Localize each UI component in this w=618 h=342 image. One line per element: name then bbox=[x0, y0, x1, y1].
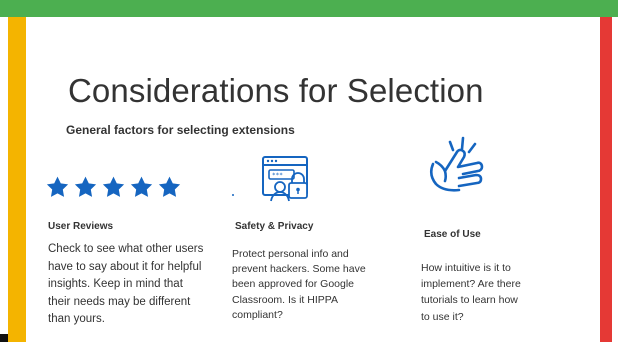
right-color-bar bbox=[600, 17, 612, 342]
ease-of-use-text: How intuitive is it to implement? Are th… bbox=[421, 262, 521, 323]
left-color-bar bbox=[8, 17, 26, 342]
star-icon bbox=[74, 176, 97, 197]
safety-privacy-text: Protect personal info and prevent hacker… bbox=[232, 248, 366, 321]
user-reviews-heading: User Reviews bbox=[48, 221, 114, 232]
slide: Considerations for Selection General fac… bbox=[0, 0, 618, 342]
star-icon bbox=[158, 176, 181, 197]
snapping-hand-icon bbox=[430, 136, 484, 192]
star-icon bbox=[130, 176, 153, 197]
ease-of-use-heading: Ease of Use bbox=[424, 229, 481, 240]
star-icon bbox=[46, 176, 69, 197]
slide-subtitle: General factors for selecting extensions bbox=[66, 123, 295, 137]
browser-security-lock-icon: *** bbox=[262, 156, 308, 202]
user-reviews-text: Check to see what other users have to sa… bbox=[48, 243, 204, 325]
top-color-bar bbox=[0, 0, 618, 17]
svg-text:***: *** bbox=[272, 172, 283, 179]
star-icon bbox=[102, 176, 125, 197]
right-margin bbox=[612, 17, 618, 342]
slide-corner-shadow bbox=[0, 334, 8, 342]
slide-title: Considerations for Selection bbox=[68, 72, 484, 109]
decorative-dot bbox=[232, 194, 234, 196]
safety-privacy-heading: Safety & Privacy bbox=[235, 221, 314, 232]
five-star-rating-icon bbox=[45, 172, 190, 202]
left-margin bbox=[0, 17, 8, 342]
